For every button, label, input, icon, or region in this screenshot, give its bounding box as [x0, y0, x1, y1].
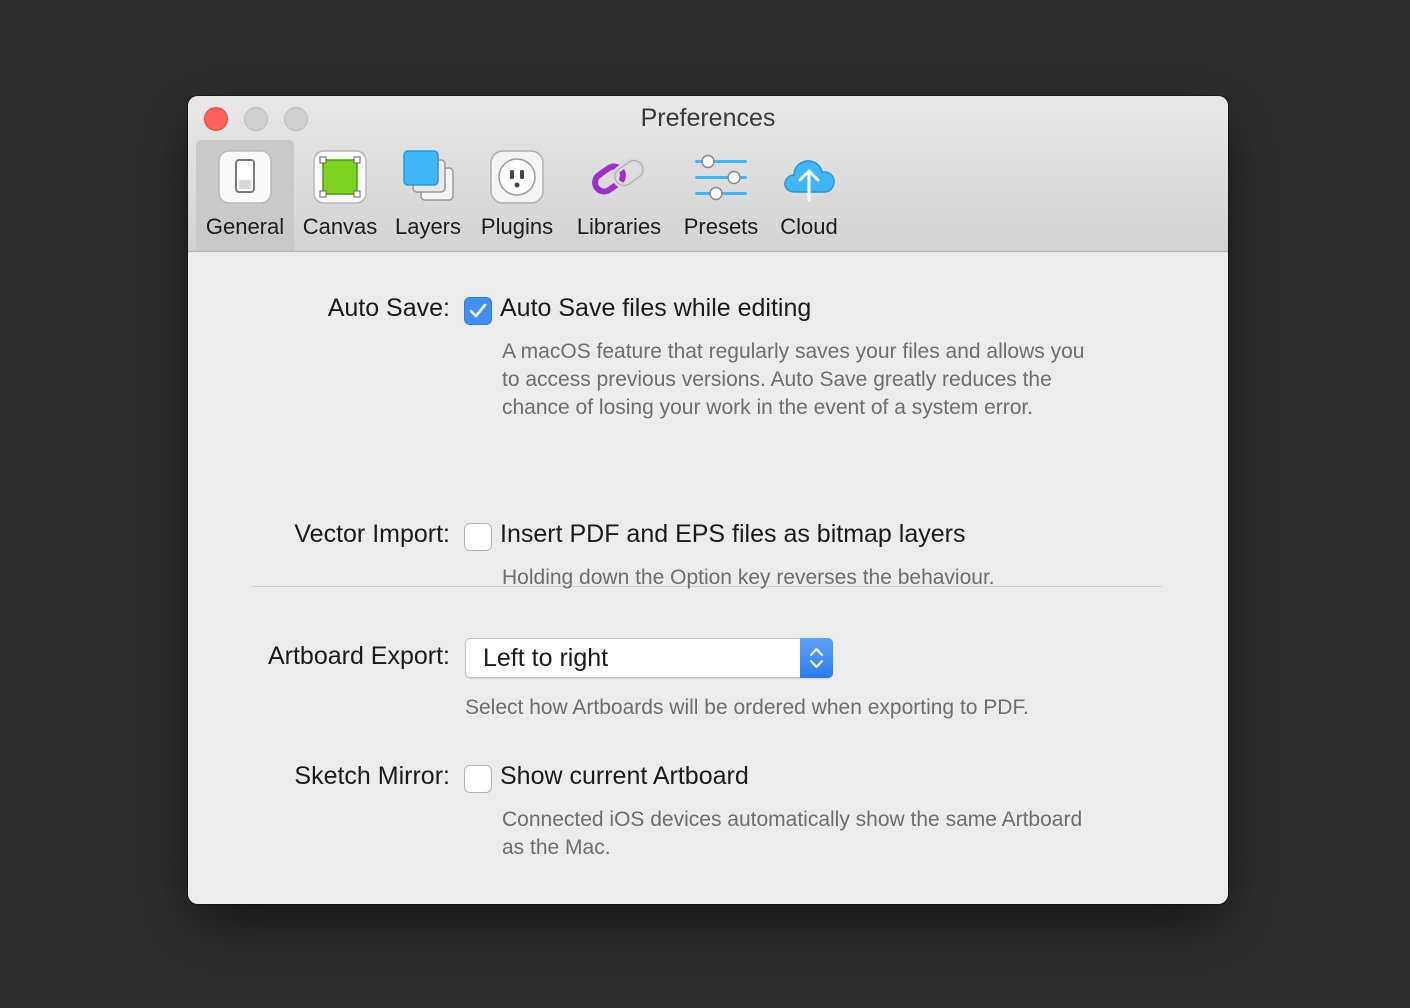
- switch-icon: [218, 150, 272, 204]
- tab-general-label: General: [205, 214, 285, 239]
- checkmark-icon: [469, 303, 487, 318]
- auto-save-option[interactable]: Auto Save files while editing: [500, 294, 811, 323]
- tab-plugins-label: Plugins: [480, 214, 554, 239]
- select-stepper[interactable]: [800, 638, 833, 678]
- vector-import-checkbox[interactable]: [464, 523, 492, 551]
- tab-libraries[interactable]: Libraries: [564, 140, 674, 251]
- tab-general[interactable]: General: [196, 140, 294, 251]
- cloud-upload-icon: [784, 160, 835, 202]
- tab-layers[interactable]: Layers: [386, 140, 470, 251]
- chevron-updown-icon: [809, 647, 824, 669]
- tab-canvas-label: Canvas: [302, 214, 378, 239]
- tab-canvas[interactable]: Canvas: [294, 140, 386, 251]
- tab-presets[interactable]: Presets: [674, 140, 768, 251]
- auto-save-help: A macOS feature that regularly saves you…: [502, 340, 1085, 419]
- auto-save-label: Auto Save:: [327, 294, 450, 322]
- artboard-export-help: Select how Artboards will be ordered whe…: [465, 696, 1029, 719]
- tab-presets-label: Presets: [683, 214, 759, 239]
- auto-save-checkbox[interactable]: [464, 297, 492, 325]
- tab-libraries-label: Libraries: [576, 214, 662, 239]
- artboard-export-value: Left to right: [483, 644, 609, 672]
- vector-import-label: Vector Import:: [294, 520, 450, 548]
- sketch-mirror-checkbox[interactable]: [464, 765, 492, 793]
- artboard-export-label: Artboard Export:: [267, 642, 450, 670]
- sketch-mirror-help: Connected iOS devices automatically show…: [502, 808, 1083, 859]
- artboard-export-select[interactable]: Left to right: [465, 638, 833, 678]
- tab-cloud-label: Cloud: [780, 214, 838, 239]
- link-icon: [592, 157, 646, 195]
- preferences-window: Preferences General Canvas Layers Plugin…: [188, 96, 1228, 904]
- vector-import-help: Holding down the Option key reverses the…: [502, 566, 995, 589]
- plug-icon: [490, 150, 544, 204]
- vector-import-option[interactable]: Insert PDF and EPS files as bitmap layer…: [500, 520, 965, 549]
- tab-cloud[interactable]: Cloud: [768, 140, 850, 251]
- tab-layers-label: Layers: [394, 214, 462, 239]
- title-bar: Preferences General Canvas Layers Plugin…: [188, 96, 1228, 252]
- sketch-mirror-option[interactable]: Show current Artboard: [500, 762, 749, 791]
- window-title: Preferences: [640, 104, 776, 132]
- sliders-icon: [695, 154, 747, 201]
- canvas-icon: [313, 150, 367, 204]
- preferences-toolbar: General Canvas Layers Plugins Libraries …: [196, 140, 850, 251]
- general-preferences-pane: Auto Save: Auto Save files while editing…: [188, 252, 1228, 904]
- sketch-mirror-label: Sketch Mirror:: [294, 762, 450, 790]
- tab-plugins[interactable]: Plugins: [470, 140, 564, 251]
- layers-icon: [403, 150, 454, 201]
